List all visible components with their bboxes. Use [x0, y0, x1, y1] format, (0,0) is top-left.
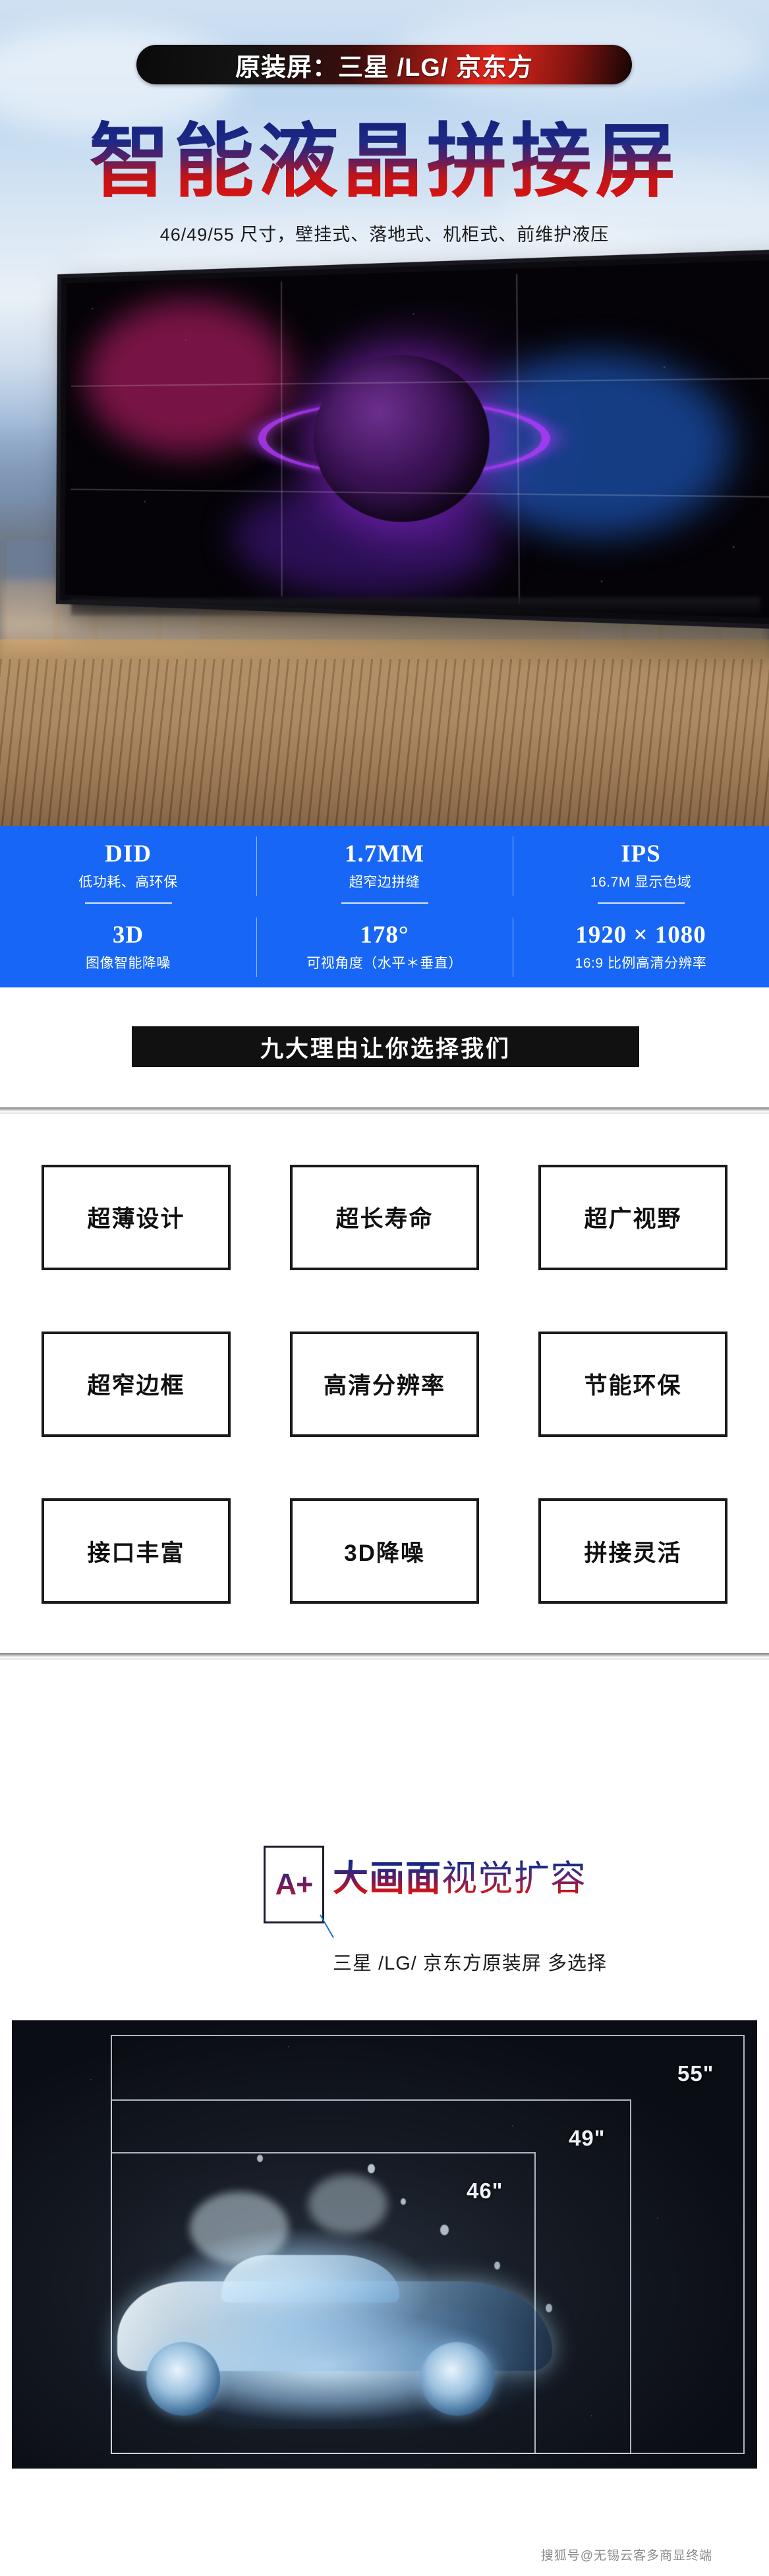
reason-box[interactable]: 拼接灵活: [538, 1498, 727, 1604]
reason-label: 接口丰富: [87, 1540, 185, 1566]
size-comparison-panel: 55" 49" 46": [12, 2020, 757, 2469]
spec-underline: [597, 902, 685, 904]
water-droplet: [401, 2198, 406, 2205]
spec-value: 3D: [112, 921, 144, 949]
water-droplet: [368, 2164, 375, 2173]
car-wheel-rear: [420, 2342, 494, 2416]
reason-box[interactable]: 节能环保: [538, 1331, 727, 1437]
water-droplet: [440, 2225, 449, 2235]
spec-caption: 16.7M 显示色域: [590, 875, 692, 891]
video-wall-shadow: [71, 597, 760, 617]
a-plus-grade-badge: A+: [264, 1846, 324, 1923]
divider-bottom: [0, 1653, 769, 1660]
spec-caption: 16:9 比例高清分辨率: [575, 956, 707, 972]
spec-cell-resolution: 1920 × 1080 16:9 比例高清分辨率: [513, 907, 769, 987]
spec-caption: 低功耗、高环保: [78, 875, 178, 891]
ice-car-image: [91, 2155, 579, 2429]
hero-banner: 原装屏：三星 /LG/ 京东方 智能液晶拼接屏 46/49/55 尺寸，壁挂式、…: [0, 0, 769, 826]
spec-cell-3d: 3D 图像智能降噪: [0, 907, 256, 987]
wood-floor-backdrop: [0, 659, 769, 826]
page-title: 智能液晶拼接屏: [0, 115, 769, 208]
reason-label: 超窄边框: [87, 1373, 185, 1399]
video-wall-product-image: [55, 249, 769, 643]
reason-label: 高清分辨率: [323, 1373, 445, 1399]
reason-label: 节能环保: [584, 1373, 682, 1399]
spec-value: 1920 × 1080: [575, 921, 706, 949]
planet-decoration: [313, 353, 490, 524]
reasons-section-heading-text: 九大理由让你选择我们: [260, 1036, 511, 1062]
spec-cell-bezel: 1.7MM 超窄边拼缝: [256, 826, 513, 906]
water-droplet: [494, 2262, 500, 2269]
reason-label: 超薄设计: [87, 1206, 185, 1233]
reason-cell: 接口丰富: [12, 1468, 260, 1635]
a-plus-grade-text: A+: [275, 1867, 314, 1901]
size-label-55: 55": [677, 2061, 714, 2086]
spec-caption: 图像智能降噪: [86, 956, 171, 972]
water-droplet: [257, 2155, 263, 2162]
reason-box[interactable]: 3D降噪: [290, 1498, 479, 1604]
reason-cell: 节能环保: [509, 1301, 757, 1467]
page-subtitle: 46/49/55 尺寸，壁挂式、落地式、机柜式、前维护液压: [159, 225, 610, 245]
spec-value: DID: [105, 840, 152, 867]
reasons-section-heading: 九大理由让你选择我们: [132, 1026, 639, 1067]
reason-box[interactable]: 超长寿命: [290, 1164, 479, 1270]
video-wall-screen: [65, 260, 769, 619]
car-wheel-front: [146, 2342, 220, 2416]
reason-box[interactable]: 超广视野: [538, 1164, 727, 1270]
reason-cell: 超长寿命: [260, 1134, 509, 1301]
reason-cell: 拼接灵活: [509, 1468, 757, 1635]
big-picture-heading: 大画面视觉扩容: [333, 1860, 586, 1898]
size-label-49: 49": [569, 2126, 606, 2150]
reason-cell: 3D降噪: [260, 1468, 509, 1635]
reason-label: 3D降噪: [344, 1540, 425, 1566]
spec-cell-ips: IPS 16.7M 显示色域: [513, 826, 769, 906]
spec-value: 178°: [360, 921, 409, 949]
big-picture-heading-strong: 大画面: [333, 1859, 441, 1898]
reason-cell: 超薄设计: [12, 1134, 260, 1301]
reason-label: 超长寿命: [335, 1206, 434, 1233]
spec-cell-viewing-angle: 178° 可视角度（水平＊垂直）: [256, 907, 513, 987]
original-panel-badge-text: 原装屏：三星 /LG/ 京东方: [235, 53, 533, 82]
big-picture-subheading: 三星 /LG/ 京东方原装屏 多选择: [333, 1953, 607, 1974]
reasons-grid: 超薄设计 超长寿命 超广视野 超窄边框 高清分辨率 节能环保 接口丰富 3D降噪: [0, 1121, 769, 1648]
spec-underline: [84, 902, 172, 904]
source-watermark: 搜狐号@无锡云客多商显终端: [540, 2549, 712, 2563]
reason-cell: 高清分辨率: [260, 1301, 509, 1467]
reason-cell: 超窄边框: [12, 1301, 260, 1467]
water-splash: [308, 2175, 387, 2234]
reason-label: 拼接灵活: [584, 1540, 682, 1566]
reason-box[interactable]: 超薄设计: [42, 1164, 231, 1270]
reason-label: 超广视野: [584, 1206, 682, 1233]
spec-underline: [341, 902, 428, 904]
size-label-46: 46": [467, 2179, 503, 2203]
spec-caption: 超窄边拼缝: [349, 875, 420, 891]
spec-value: 1.7MM: [344, 840, 425, 867]
original-panel-badge: 原装屏：三星 /LG/ 京东方: [136, 45, 632, 84]
reason-cell: 超广视野: [509, 1134, 757, 1301]
divider-top: [0, 1107, 769, 1114]
spec-caption: 可视角度（水平＊垂直）: [306, 956, 463, 972]
water-droplet: [546, 2304, 552, 2312]
video-wall-frame: [55, 249, 769, 630]
spec-value: IPS: [621, 840, 661, 867]
reason-box[interactable]: 接口丰富: [42, 1498, 231, 1604]
spec-cell-did: DID 低功耗、高环保: [0, 826, 256, 906]
spec-row-2: 3D 图像智能降噪 178° 可视角度（水平＊垂直） 1920 × 1080 1…: [0, 907, 769, 987]
big-picture-heading-light: 视觉扩容: [441, 1859, 586, 1898]
spec-row-1: DID 低功耗、高环保 1.7MM 超窄边拼缝 IPS 16.7M 显示色域: [0, 826, 769, 906]
reason-box[interactable]: 高清分辨率: [290, 1331, 479, 1437]
spec-highlight-bar: DID 低功耗、高环保 1.7MM 超窄边拼缝 IPS 16.7M 显示色域 3…: [0, 826, 769, 987]
water-splash: [190, 2192, 289, 2264]
reason-box[interactable]: 超窄边框: [42, 1331, 231, 1437]
